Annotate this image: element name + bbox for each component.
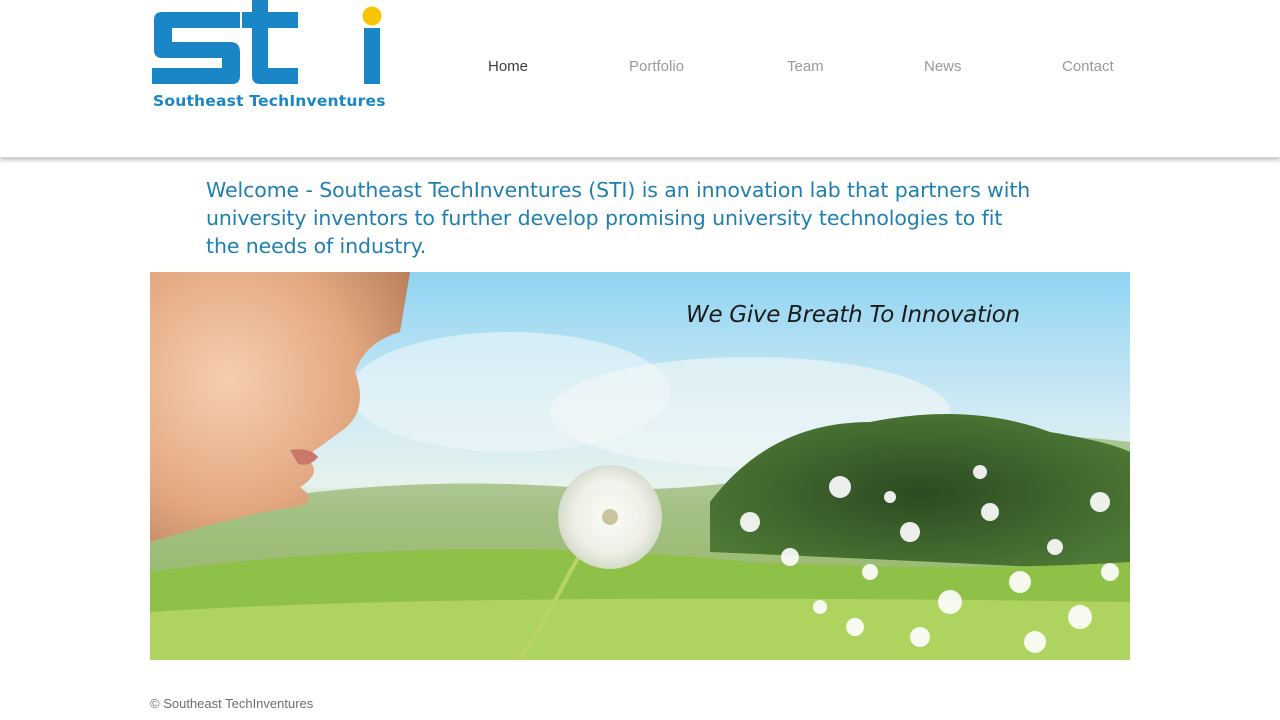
nav-item-home[interactable]: Home — [488, 58, 528, 75]
nav-item-news[interactable]: News — [924, 58, 962, 75]
main-nav: Home Portfolio Team News Contact — [0, 58, 1280, 80]
copyright-text: © Southeast TechInventures — [150, 696, 314, 711]
hero-tagline: We Give Breath To Innovation — [686, 302, 1020, 328]
nav-item-team[interactable]: Team — [787, 58, 824, 75]
site-header: Southeast TechInventures Home Portfolio … — [0, 0, 1280, 158]
nav-item-portfolio[interactable]: Portfolio — [629, 58, 684, 75]
welcome-text: Welcome - Southeast TechInventures (STI)… — [206, 178, 1031, 258]
logo-company-name: Southeast TechInventures — [153, 92, 386, 110]
nav-item-contact[interactable]: Contact — [1062, 58, 1114, 75]
dandelion-photo — [150, 272, 1130, 660]
hero-image: We Give Breath To Innovation — [150, 272, 1130, 660]
